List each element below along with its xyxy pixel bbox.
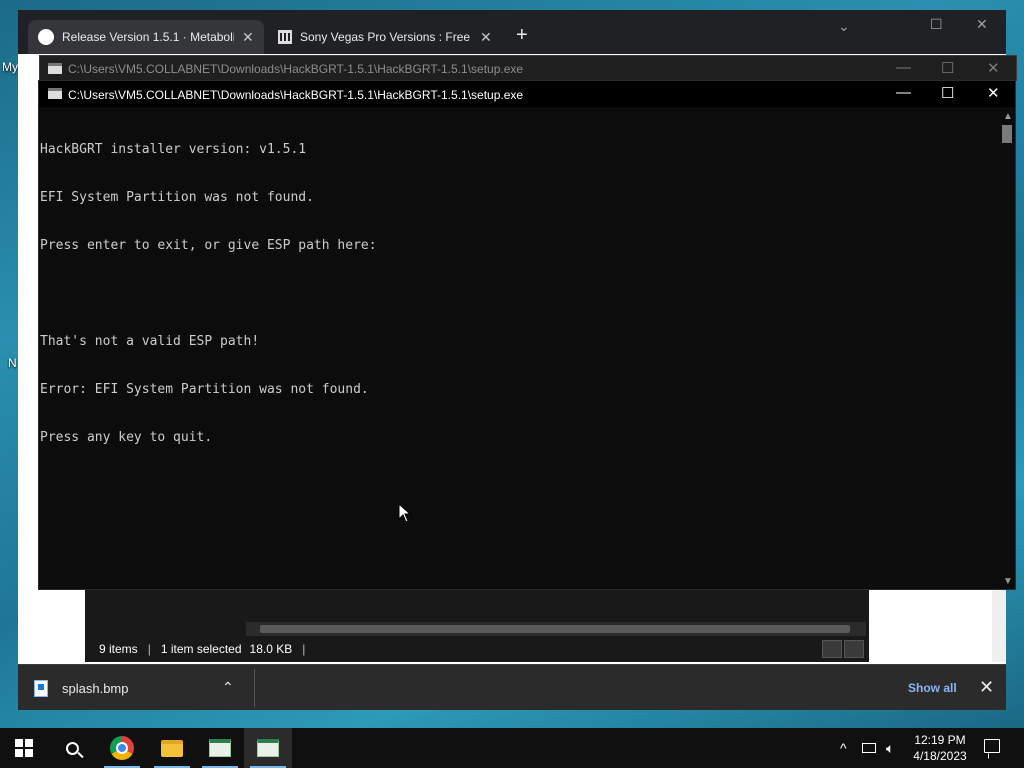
minimize-button[interactable]: — [896, 84, 911, 101]
desktop-label-my[interactable]: My [2, 60, 18, 74]
minimize-icon[interactable]: — [896, 59, 911, 76]
close-button[interactable]: ✕ [987, 84, 1000, 102]
network-icon[interactable] [862, 728, 876, 768]
show-all-button[interactable]: Show all [908, 681, 957, 695]
taskbar-file-explorer[interactable] [148, 728, 196, 768]
console-app-icon [257, 739, 279, 757]
clock[interactable]: 12:19 PM 4/18/2023 [908, 732, 972, 764]
maximize-icon[interactable]: ☐ [941, 59, 954, 77]
search-button[interactable] [48, 728, 96, 768]
maximize-button[interactable]: ☐ [941, 84, 954, 102]
download-file-name: splash.bmp [62, 680, 129, 696]
tab-title: Sony Vegas Pro Versions : Free D [300, 30, 472, 44]
tab-archive-sony-vegas[interactable]: Sony Vegas Pro Versions : Free D ✕ [268, 20, 504, 54]
archive-icon [278, 30, 292, 44]
console-icon [48, 88, 62, 99]
large-icons-view-icon[interactable] [844, 640, 864, 658]
console-output[interactable]: HackBGRT installer version: v1.5.1 EFI S… [40, 110, 998, 588]
download-item[interactable]: splash.bmp [34, 675, 254, 701]
divider: | [302, 642, 306, 656]
search-icon [65, 741, 79, 755]
tab-github-release[interactable]: Release Version 1.5.1 · Metabolix ✕ [28, 20, 264, 54]
folder-icon [161, 739, 183, 757]
tab-title: Release Version 1.5.1 · Metabolix [62, 30, 234, 44]
console-scrollbar[interactable]: ▲ ▼ [999, 107, 1015, 589]
taskbar-console-1[interactable] [196, 728, 244, 768]
console-line: Error: EFI System Partition was not foun… [40, 382, 369, 397]
console-window[interactable]: C:\Users\VM5.COLLABNET\Downloads\HackBGR… [38, 80, 1016, 590]
tray-chevron-icon[interactable]: ^ [840, 728, 847, 768]
volume-icon[interactable]: 🔈︎ [886, 728, 894, 768]
chevron-up-icon[interactable]: ⌃ [222, 679, 234, 696]
image-file-icon [34, 679, 48, 697]
console-line: Press any key to quit. [40, 430, 213, 445]
console-icon [48, 63, 62, 74]
tab-close-icon[interactable]: ✕ [242, 29, 254, 46]
start-button[interactable] [0, 728, 48, 768]
clock-time: 12:19 PM [914, 733, 966, 747]
chrome-icon [110, 736, 134, 760]
mouse-pointer-icon [398, 503, 412, 523]
tab-strip: Release Version 1.5.1 · Metabolix ✕ Sony… [18, 10, 1006, 54]
console-title: C:\Users\VM5.COLLABNET\Downloads\HackBGR… [68, 62, 524, 76]
console-window-background[interactable]: C:\Users\VM5.COLLABNET\Downloads\HackBGR… [39, 55, 1017, 81]
horizontal-scrollbar[interactable] [246, 622, 866, 636]
close-icon[interactable]: ✕ [987, 59, 1000, 77]
console-app-icon [209, 739, 231, 757]
new-tab-button[interactable]: + [516, 24, 528, 47]
notification-center-icon[interactable] [984, 739, 1000, 753]
divider: | [147, 642, 151, 656]
console-title: C:\Users\VM5.COLLABNET\Downloads\HackBGR… [68, 88, 524, 102]
scroll-thumb[interactable] [260, 625, 850, 633]
close-download-bar-icon[interactable]: ✕ [979, 677, 994, 698]
console-line: Press enter to exit, or give ESP path he… [40, 238, 377, 253]
taskbar-console-2[interactable] [244, 728, 292, 768]
selection-size: 18.0 KB [249, 642, 293, 656]
details-view-icon[interactable] [822, 640, 842, 658]
tab-close-icon[interactable]: ✕ [480, 29, 492, 46]
desktop-label-n[interactable]: N [8, 356, 17, 370]
selection-info: 1 item selected [160, 642, 242, 656]
divider [254, 669, 255, 707]
tab-search-icon[interactable]: ⌄ [838, 18, 850, 35]
item-count: 9 items [99, 642, 138, 656]
console-titlebar[interactable]: C:\Users\VM5.COLLABNET\Downloads\HackBGR… [39, 81, 1015, 107]
scroll-down-icon[interactable]: ▼ [1003, 576, 1013, 587]
restore-button[interactable]: ☐ [930, 16, 943, 33]
console-line: That's not a valid ESP path! [40, 334, 260, 349]
taskbar: ^ 🔈︎ 12:19 PM 4/18/2023 [0, 728, 1024, 768]
close-button[interactable]: ✕ [976, 16, 988, 33]
github-icon [38, 29, 54, 45]
scroll-thumb[interactable] [1002, 125, 1012, 143]
windows-icon [15, 739, 33, 757]
clock-date: 4/18/2023 [913, 749, 967, 763]
console-line: EFI System Partition was not found. [40, 190, 314, 205]
taskbar-chrome[interactable] [98, 728, 146, 768]
page-scrollbar[interactable] [992, 590, 1006, 662]
explorer-status-bar: 9 items | 1 item selected 18.0 KB | [85, 636, 869, 662]
console-line: HackBGRT installer version: v1.5.1 [40, 142, 307, 157]
scroll-up-icon[interactable]: ▲ [1003, 111, 1013, 122]
download-bar: splash.bmp ⌃ Show all ✕ [18, 664, 1006, 710]
